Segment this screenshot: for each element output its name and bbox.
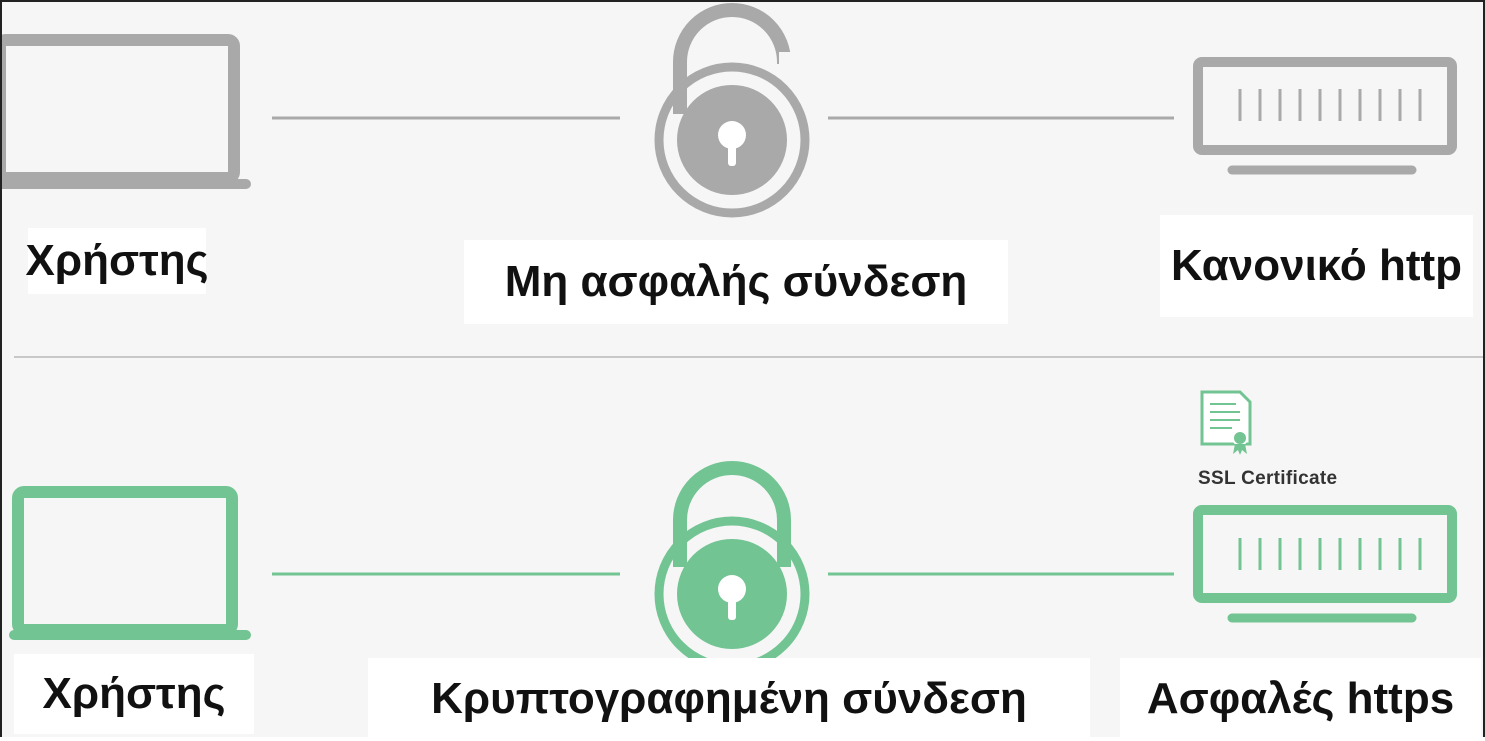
ssl-certificate-label: SSL Certificate	[1198, 468, 1338, 489]
lock-icon	[654, 3, 810, 218]
encrypted-connection-label: Κρυπτογραφημένη σύνδεση	[368, 658, 1090, 739]
laptop-icon	[2, 34, 251, 189]
certificate-icon	[1200, 390, 1252, 455]
secure-row-graphics	[9, 390, 1457, 672]
bottom-edge	[0, 737, 1485, 741]
server-icon	[1193, 505, 1457, 623]
insecure-row-graphics	[2, 3, 1457, 218]
diagram-graphics	[2, 3, 1457, 672]
https-server-label: Ασφαλές https	[1120, 658, 1481, 739]
laptop-icon	[9, 486, 251, 640]
user-label: Χρήστης	[14, 654, 254, 734]
http-server-label: Κανονικό http	[1160, 215, 1473, 317]
diagram-frame: Χρήστης Μη ασφαλής σύνδεση Κανονικό http…	[0, 0, 1485, 739]
server-icon	[1193, 57, 1457, 175]
insecure-connection-label: Μη ασφαλής σύνδεση	[464, 240, 1008, 324]
lock-icon	[654, 461, 810, 672]
row-divider	[14, 356, 1483, 358]
user-label: Χρήστης	[26, 228, 208, 294]
